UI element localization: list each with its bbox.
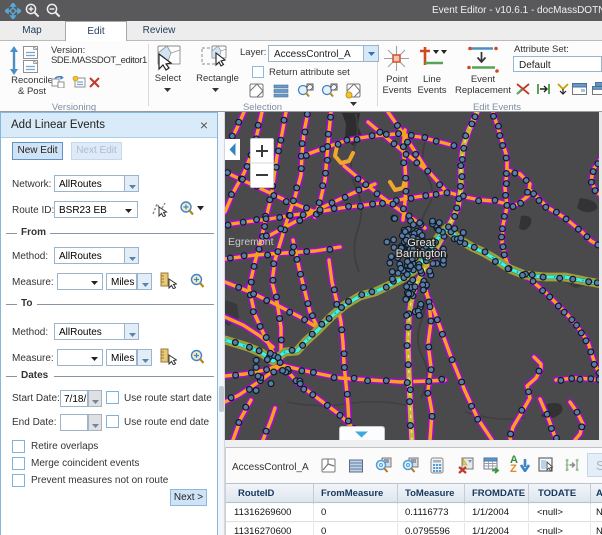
svg-text:Egremont: Egremont xyxy=(228,236,274,248)
svg-text:Barrington: Barrington xyxy=(396,248,447,260)
